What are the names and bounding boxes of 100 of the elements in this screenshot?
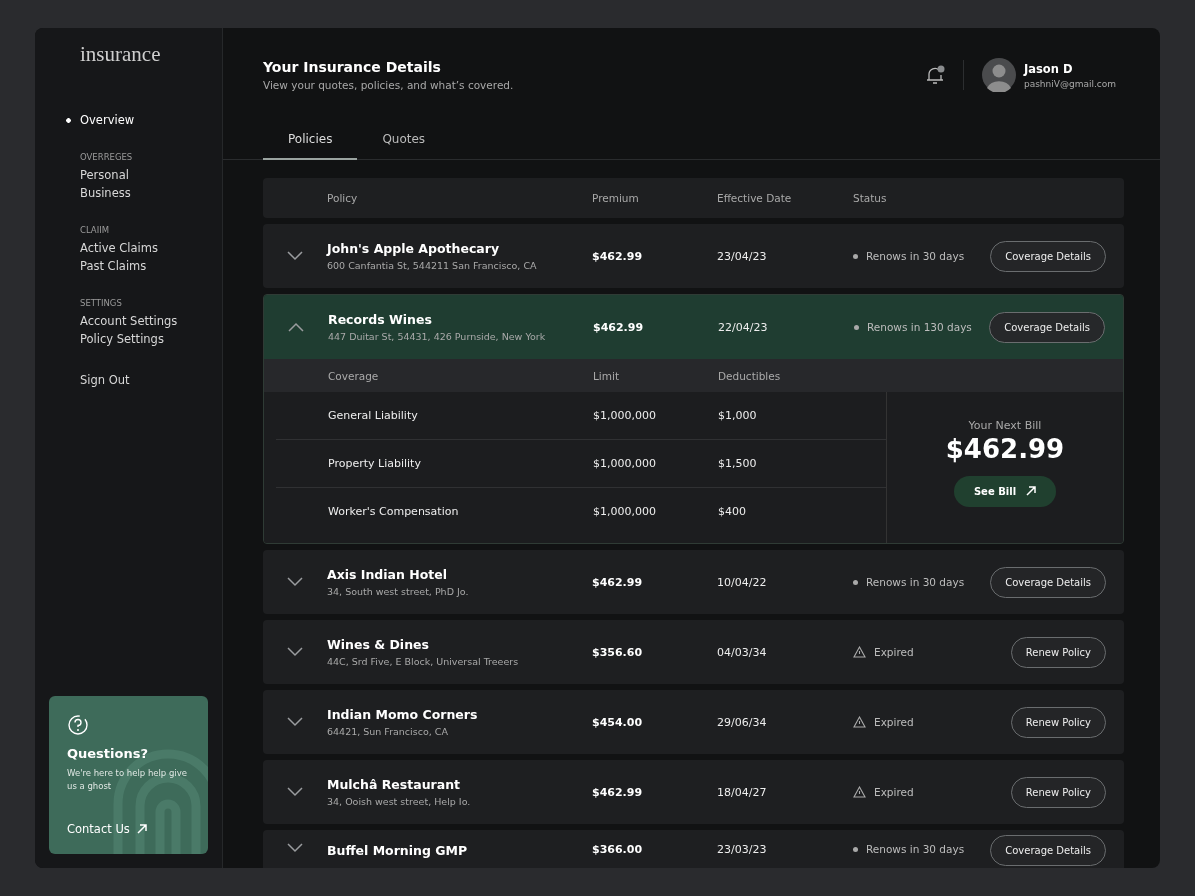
nav-item[interactable]: Past Claims (66, 257, 147, 276)
policy-row[interactable]: Axis Indian Hotel 34, South west street, PhD Jo. $462.99 10/04/22 Renows in 30 days Coverage Details (263, 550, 1124, 614)
policy-row[interactable] (263, 294, 1124, 544)
chevron-down-icon[interactable] (287, 717, 303, 727)
page-title: Your Insurance Details (263, 59, 441, 75)
table-cell-text: $1,000 (718, 409, 758, 422)
bill-amount: $462.99 (945, 433, 1065, 464)
action-button[interactable]: Renew Policy (1010, 636, 1106, 668)
table-cell-text: $1,000,000 (593, 505, 657, 518)
effective-date: 22/04/23 (718, 320, 769, 334)
action-button[interactable]: Coverage Details (990, 835, 1106, 866)
action-button[interactable]: Renew Policy (1010, 706, 1106, 738)
status-text: Expired (874, 716, 914, 728)
table-cell-text: $1,500 (718, 457, 758, 470)
column-header: Policy (327, 192, 359, 204)
effective-date: 29/06/34 (717, 715, 768, 729)
action-button[interactable]: Coverage Details (990, 240, 1106, 272)
table-cell-text: Worker's Compensation (328, 505, 460, 518)
help-title: Questions? (67, 746, 148, 761)
see-bill-button[interactable]: See Bill (953, 475, 1057, 507)
policy-row[interactable]: Indian Momo Corners 64421, Sun Francisco, CA $454.00 29/06/34 Expired Renew Policy (263, 690, 1124, 754)
user-email: pashniV@gmail.com (1023, 78, 1116, 89)
premium: $454.00 (592, 715, 644, 729)
table-cell-text: Property Liability (328, 457, 422, 470)
policy-address: 34, South west street, PhD Jo. (327, 586, 469, 597)
status-dot (854, 324, 859, 330)
status-text: Renows in 130 days (867, 321, 972, 333)
nav-item[interactable]: Business (66, 184, 131, 203)
policy-address: 44C, Srd Five, E Block, Universal Treeers (327, 656, 519, 667)
nav-item[interactable]: Active Claims (66, 238, 158, 257)
question-icon (67, 714, 89, 736)
arrow-up-right-icon (136, 824, 147, 834)
status-text: Renows in 30 days (866, 843, 965, 855)
policy-row[interactable]: John's Apple Apothecary 600 Canfantia St, 544211 San Francisco, CA $462.99 23/04/23 Renows in 30 days Coverage Details (263, 224, 1124, 288)
effective-date: 18/04/27 (717, 785, 768, 799)
policy-address: 600 Canfantia St, 544211 San Francisco, CA (327, 260, 537, 271)
bill-label: Your Next Bill (968, 418, 1042, 432)
column-header: Deductibles (718, 369, 782, 382)
nav-item[interactable]: Personal (66, 165, 129, 184)
status-text: Expired (874, 646, 914, 658)
nav-item[interactable]: Account Settings (66, 311, 178, 330)
action-button[interactable]: Coverage Details (989, 311, 1105, 343)
status-dot (853, 253, 858, 259)
policy-name: Indian Momo Corners (327, 707, 478, 722)
effective-date: 23/04/23 (717, 249, 768, 263)
policy-address: 34, Ooish west street, Help Io. (327, 796, 471, 807)
effective-date: 10/04/22 (717, 575, 768, 589)
chevron-up-icon[interactable] (288, 322, 304, 332)
policy-name: Records Wines (328, 312, 432, 327)
policy-name: Wines & Dines (327, 637, 429, 652)
nav-item[interactable]: Policy Settings (66, 330, 164, 349)
section-heading: OVERREGES (80, 151, 133, 162)
column-header: Premium (592, 192, 640, 204)
chevron-down-icon[interactable] (287, 251, 303, 261)
avatar[interactable] (981, 58, 1016, 92)
policy-row[interactable]: Wines & Dines 44C, Srd Five, E Block, Universal Treeers $356.60 04/03/34 Expired Renew Policy (263, 620, 1124, 684)
user-name: Jason D (1023, 61, 1073, 76)
policy-row[interactable]: Mulchâ Restaurant 34, Ooish west street, Help Io. $462.99 18/04/27 Expired Renew Policy (263, 760, 1124, 824)
chevron-down-icon[interactable] (287, 577, 303, 587)
page-subtitle: View your quotes, policies, and what’s covered. (263, 79, 514, 91)
table-cell-text: $400 (718, 505, 747, 518)
tab[interactable]: Policies (263, 122, 358, 160)
status-text: Expired (874, 786, 914, 798)
arrow-up-right-icon (1026, 486, 1037, 496)
action-button[interactable]: Coverage Details (990, 566, 1106, 598)
status-dot (853, 846, 858, 852)
premium: $462.99 (592, 249, 644, 263)
chevron-down-icon[interactable] (287, 843, 303, 853)
premium: $462.99 (592, 575, 644, 589)
column-header: Status (853, 192, 888, 204)
chevron-down-icon[interactable] (287, 787, 303, 797)
warning-icon (853, 786, 866, 798)
chevron-down-icon[interactable] (287, 647, 303, 657)
action-button[interactable]: Renew Policy (1010, 776, 1106, 808)
premium: $366.00 (592, 843, 644, 856)
tab[interactable]: Quotes (357, 122, 451, 160)
effective-date: 04/03/34 (717, 645, 768, 659)
bell-icon[interactable] (924, 64, 945, 86)
policy-address: 64421, Sun Francisco, CA (327, 726, 448, 737)
logo: insurance (80, 42, 161, 67)
status-text: Renows in 30 days (866, 576, 965, 588)
table-cell-text: General Liability (328, 409, 419, 422)
status-dot (853, 579, 858, 585)
table-cell-text: $1,000,000 (593, 409, 657, 422)
warning-icon (853, 646, 866, 658)
policy-name: John's Apple Apothecary (327, 241, 500, 256)
policy-name: Buffel Morning GMP (327, 843, 468, 858)
section-heading: CLAIIM (80, 224, 110, 235)
column-header: Limit (593, 369, 621, 382)
status-text: Renows in 30 days (866, 250, 965, 262)
policy-row[interactable]: Buffel Morning GMP $366.00 23/03/23 Renows in 30 days Coverage Details (263, 830, 1124, 868)
column-header: Effective Date (717, 192, 793, 204)
premium: $356.60 (592, 645, 644, 659)
section-heading: SETTINGS (80, 297, 122, 308)
policy-address: 447 Duitar St, 54431, 426 Purnside, New York (328, 331, 546, 342)
contact-link[interactable]: Contact Us (67, 822, 147, 836)
help-text: We're here to help help give us a ghost (67, 767, 188, 793)
policy-name: Mulchâ Restaurant (327, 777, 461, 792)
column-header: Coverage (328, 369, 380, 382)
sign-out-link[interactable]: Sign Out (66, 370, 130, 389)
